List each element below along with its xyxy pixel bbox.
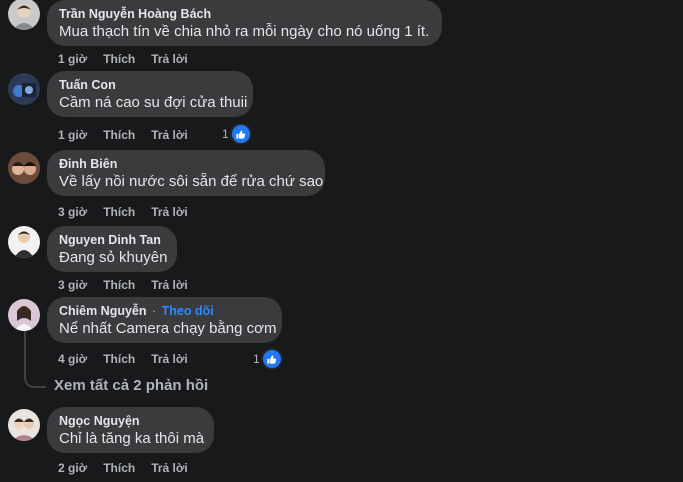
avatar[interactable] <box>8 152 40 184</box>
comment-time[interactable]: 1 giờ <box>58 128 87 142</box>
comment-actions: 3 giờ Thích Trả lời <box>58 278 204 292</box>
like-button[interactable]: Thích <box>103 461 135 475</box>
comment-text: Nể nhất Camera chạy bằng cơm <box>59 320 277 337</box>
comment-bubble: Trần Nguyễn Hoàng Bách Mua thạch tín về … <box>47 0 442 46</box>
comment-text: Cầm ná cao su đợi cửa thuii <box>59 94 248 111</box>
reaction-number: 1 <box>253 352 260 366</box>
avatar[interactable] <box>8 226 40 258</box>
avatar[interactable] <box>8 299 40 331</box>
like-button[interactable]: Thích <box>103 278 135 292</box>
comment-text: Đang sỏ khuyên <box>59 249 168 266</box>
comment-author[interactable]: Nguyen Dinh Tan <box>59 232 165 248</box>
comment-actions: 1 giờ Thích Trả lời <box>58 52 204 66</box>
thumbs-up-icon <box>262 350 281 368</box>
reply-button[interactable]: Trả lời <box>151 278 188 292</box>
reaction-number: 1 <box>222 127 229 141</box>
comment-bubble: Ngọc Nguyện Chỉ là tăng ka thôi mà <box>47 407 214 453</box>
reply-button[interactable]: Trả lời <box>151 205 188 219</box>
comment-time[interactable]: 4 giờ <box>58 352 87 366</box>
comment-text: Về lấy nồi nước sôi sẵn để rửa chứ sao <box>59 173 324 190</box>
comment-author[interactable]: Ngọc Nguyện <box>59 413 202 429</box>
reply-button[interactable]: Trả lời <box>151 52 188 66</box>
comment-author[interactable]: Trần Nguyễn Hoàng Bách <box>59 6 430 22</box>
thumbs-up-icon <box>231 125 250 143</box>
comment-bubble: Nguyen Dinh Tan Đang sỏ khuyên <box>47 226 177 272</box>
like-button[interactable]: Thích <box>103 128 135 142</box>
comment-author[interactable]: Chiêm Nguyễn <box>59 304 147 318</box>
comment-actions: 3 giờ Thích Trả lời <box>58 205 204 219</box>
comment-text: Mua thạch tín về chia nhỏ ra mỗi ngày ch… <box>59 23 430 40</box>
like-button[interactable]: Thích <box>103 205 135 219</box>
like-button[interactable]: Thích <box>103 352 135 366</box>
avatar[interactable] <box>8 0 40 30</box>
thread-line <box>24 331 26 378</box>
avatar[interactable] <box>8 409 40 441</box>
comment-time[interactable]: 1 giờ <box>58 52 87 66</box>
comment-author-row: Chiêm Nguyễn · Theo dõi <box>59 303 270 319</box>
comment-actions: 4 giờ Thích Trả lời <box>58 352 204 366</box>
comment-bubble: Tuấn Con Cầm ná cao su đợi cửa thuii <box>47 71 253 117</box>
reply-button[interactable]: Trả lời <box>151 128 188 142</box>
reaction-count[interactable]: 1 <box>222 125 250 143</box>
comment-actions: 1 giờ Thích Trả lời <box>58 128 204 142</box>
comment-author[interactable]: Tuấn Con <box>59 77 241 93</box>
comment-author[interactable]: Đinh Biên <box>59 156 313 172</box>
separator-dot: · <box>152 304 157 318</box>
follow-button[interactable]: Theo dõi <box>162 304 214 318</box>
comment-time[interactable]: 3 giờ <box>58 205 87 219</box>
comment-time[interactable]: 3 giờ <box>58 278 87 292</box>
comment-bubble: Chiêm Nguyễn · Theo dõi Nể nhất Camera c… <box>47 297 282 343</box>
thread-connector <box>24 378 46 388</box>
comment-time[interactable]: 2 giờ <box>58 461 87 475</box>
avatar[interactable] <box>8 73 40 105</box>
comment-text: Chỉ là tăng ka thôi mà <box>59 430 205 447</box>
reply-button[interactable]: Trả lời <box>151 352 188 366</box>
reaction-count[interactable]: 1 <box>253 350 281 368</box>
reply-button[interactable]: Trả lời <box>151 461 188 475</box>
view-replies-link[interactable]: Xem tất cả 2 phản hồi <box>54 377 208 394</box>
comment-actions: 2 giờ Thích Trả lời <box>58 461 204 475</box>
like-button[interactable]: Thích <box>103 52 135 66</box>
comment-bubble: Đinh Biên Về lấy nồi nước sôi sẵn để rửa… <box>47 150 325 196</box>
